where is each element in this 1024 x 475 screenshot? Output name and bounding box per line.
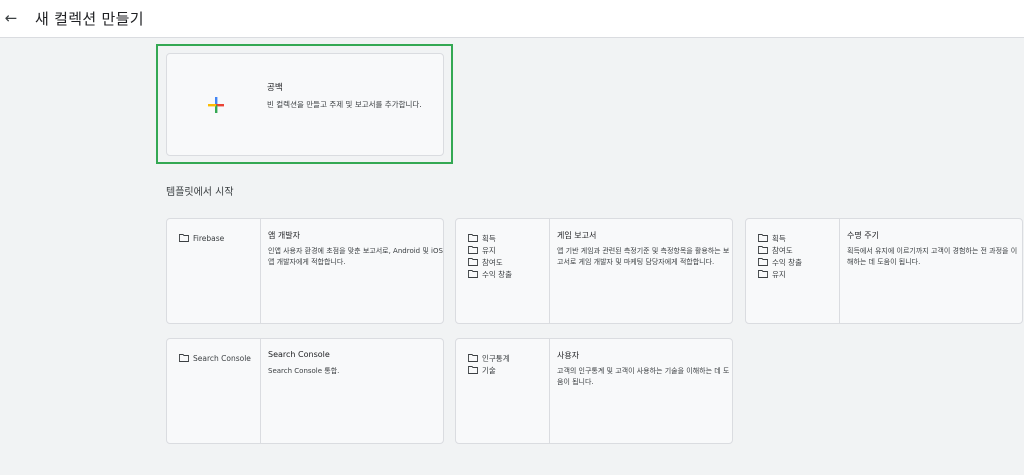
folder-item: Firebase [179,232,224,244]
folder-label: 획득 [772,233,786,243]
template-card-folders: Firebase [167,219,261,323]
blank-card-title: 공백 [267,83,283,93]
template-card-app-developer[interactable]: Firebase 앱 개발자 인앱 사용자 환경에 초점을 맞춘 보고서로, A… [166,218,444,324]
folder-label: 수익 창출 [772,257,802,267]
folder-label: Search Console [193,353,251,363]
folder-label: Firebase [193,233,225,243]
folder-icon [758,234,768,242]
blank-card-description: 빈 컬렉션을 만들고 주제 및 보고서를 추가합니다. [267,100,422,109]
folder-label: 유지 [772,269,786,279]
template-card-title: 앱 개발자 [268,231,300,240]
folder-item: 참여도 [758,244,802,256]
template-card-search-console[interactable]: Search Console Search Console Search Con… [166,338,444,444]
folder-icon [758,258,768,266]
folder-item: 수익 창출 [468,268,512,280]
folder-label: 유지 [482,245,496,255]
folder-item: 수익 창출 [758,256,802,268]
folder-label: 참여도 [772,245,793,255]
folder-icon [179,234,189,242]
folder-item: 유지 [758,268,802,280]
app-header: ← 새 컬렉션 만들기 [0,0,1024,38]
folder-icon [468,366,478,374]
blank-collection-card[interactable]: 공백 빈 컬렉션을 만들고 주제 및 보고서를 추가합니다. [166,53,444,156]
folder-item: 참여도 [468,256,512,268]
folder-item: Search Console [179,352,251,364]
template-card-folders: 획득 유지 참여도 수익 창출 [456,219,550,323]
folder-icon [758,246,768,254]
plus-icon [208,97,224,113]
template-card-folders: Search Console [167,339,261,443]
template-card-game-report[interactable]: 획득 유지 참여도 수익 창출 게임 보고서 앱 기반 게임과 관련된 측정기준… [455,218,733,324]
template-card-title: 수명 주기 [847,231,879,240]
folder-icon [758,270,768,278]
page-title: 새 컬렉션 만들기 [35,10,144,28]
folder-label: 인구통계 [482,353,510,363]
templates-section-title: 템플릿에서 시작 [166,187,234,198]
folder-item: 획득 [758,232,802,244]
folder-label: 기술 [482,365,496,375]
folder-icon [468,354,478,362]
folder-icon [468,234,478,242]
folder-item: 획득 [468,232,512,244]
template-card-title: 게임 보고서 [557,231,597,240]
folder-item: 유지 [468,244,512,256]
folder-icon [179,354,189,362]
template-card-description: Search Console 통합. [268,367,340,375]
template-card-title: Search Console [268,350,330,359]
folder-icon [468,258,478,266]
folder-item: 기술 [468,364,510,376]
template-card-folders: 획득 참여도 수익 창출 유지 [746,219,840,323]
folder-label: 수익 창출 [482,269,512,279]
template-card-description: 앱 기반 게임과 관련된 측정기준 및 측정항목을 활용하는 보고서로 게임 개… [557,247,730,266]
template-card-user[interactable]: 인구통계 기술 사용자 고객의 인구통계 및 고객이 사용하는 기술을 이해하는… [455,338,733,444]
template-card-description: 고객의 인구통계 및 고객이 사용하는 기술을 이해하는 데 도움이 됩니다. [557,367,730,386]
folder-item: 인구통계 [468,352,510,364]
folder-icon [468,270,478,278]
folder-label: 참여도 [482,257,503,267]
folder-label: 획득 [482,233,496,243]
template-card-description: 인앱 사용자 환경에 초점을 맞춘 보고서로, Android 및 iOS 앱 … [268,247,443,266]
folder-icon [468,246,478,254]
arrow-left-icon[interactable]: ← [0,7,22,29]
template-card-folders: 인구통계 기술 [456,339,550,443]
template-card-lifecycle[interactable]: 획득 참여도 수익 창출 유지 수명 주기 획득에서 유지에 이르기까지 고객이… [745,218,1023,324]
template-card-title: 사용자 [557,351,580,360]
template-card-description: 획득에서 유지에 이르기까지 고객이 경험하는 전 과정을 이해하는 데 도움이… [847,247,1018,266]
